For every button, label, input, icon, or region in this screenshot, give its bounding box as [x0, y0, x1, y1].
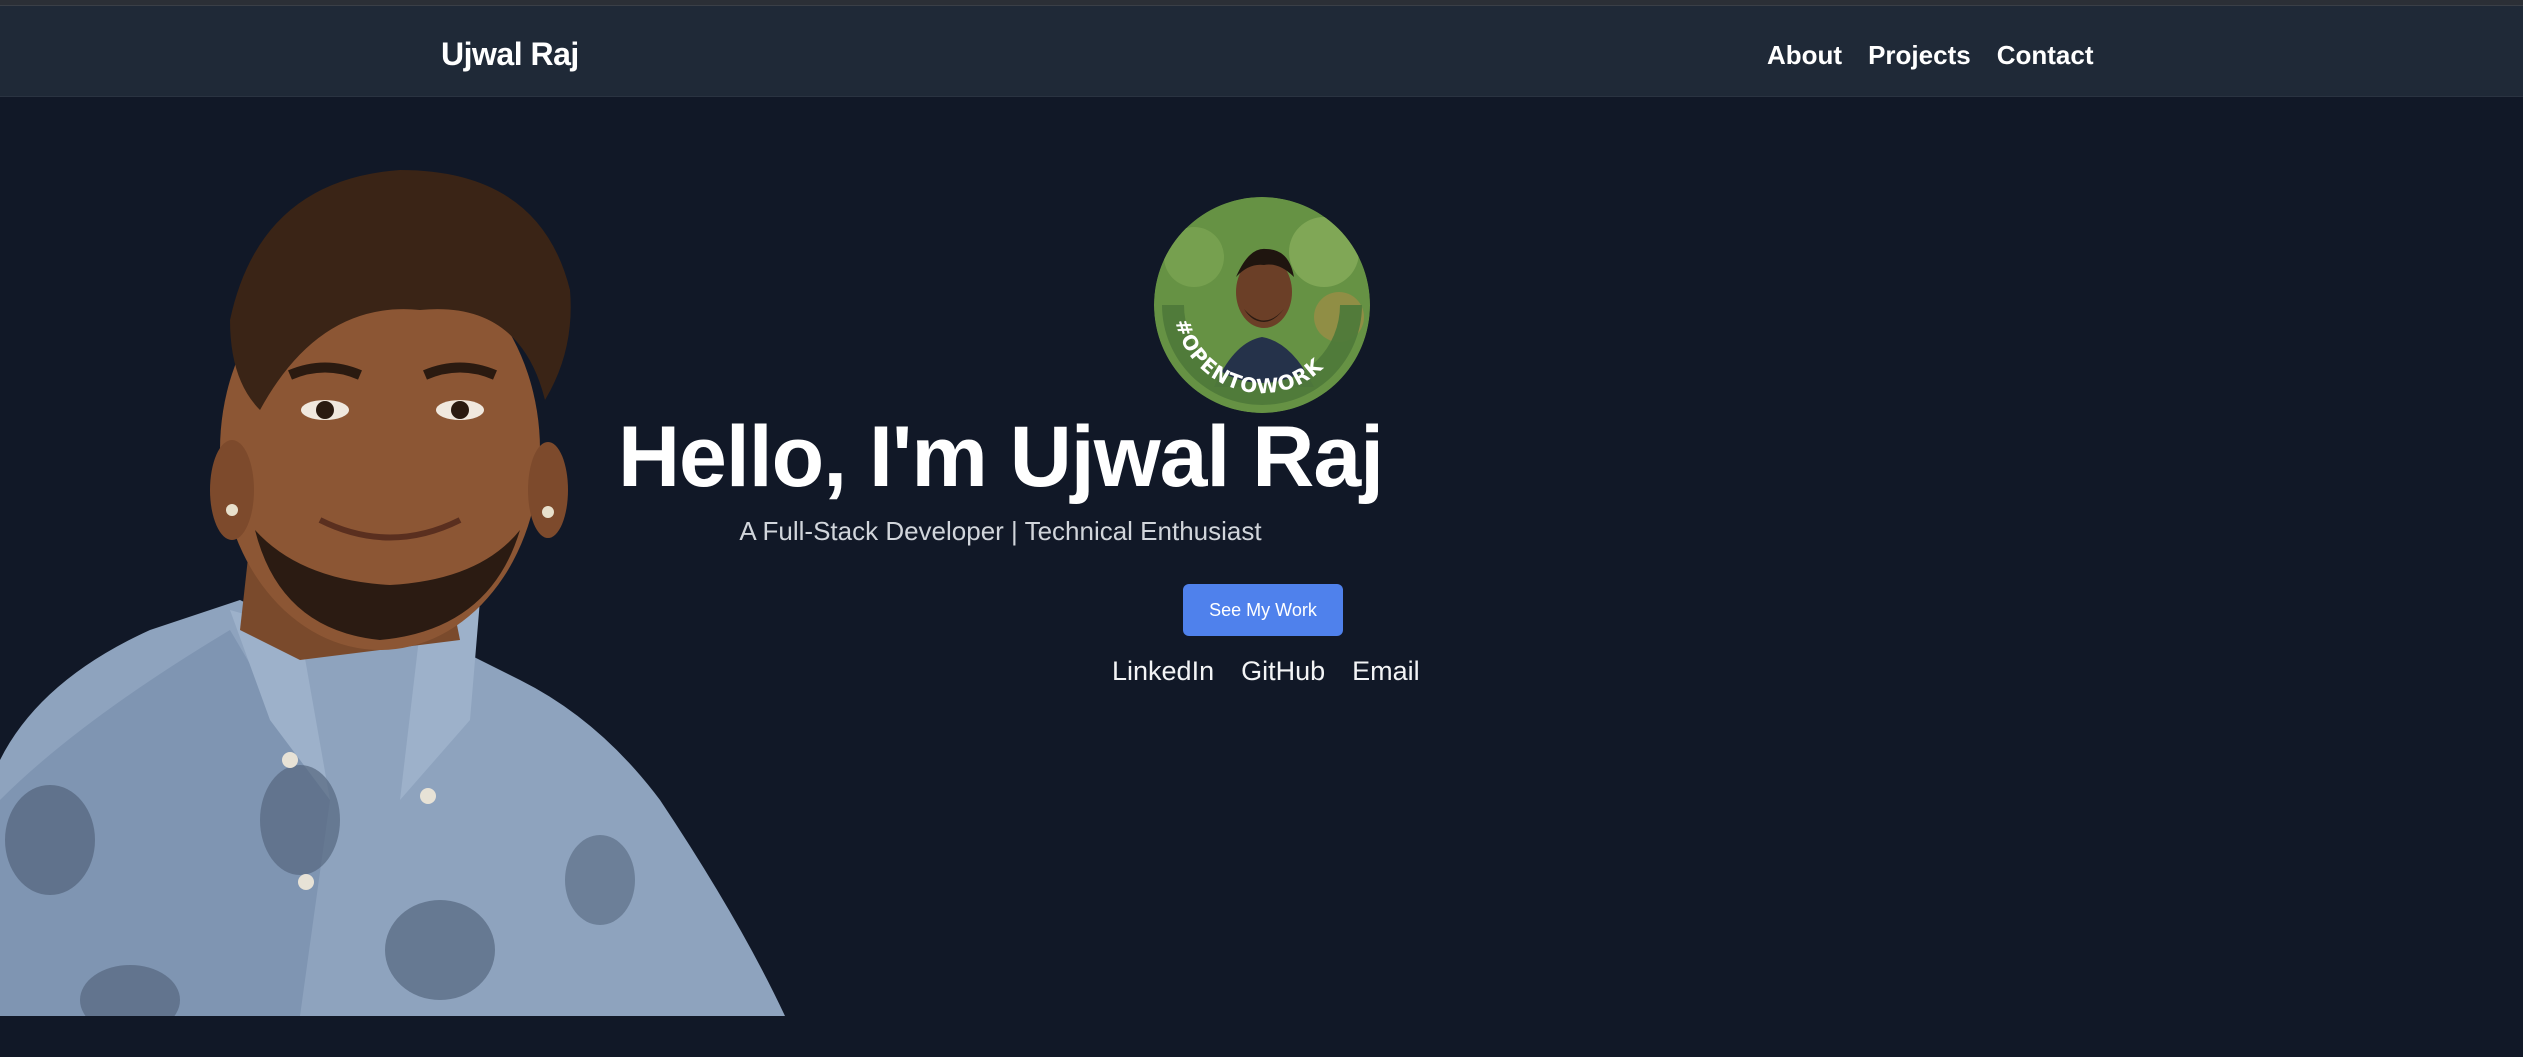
nav-link-projects[interactable]: Projects	[1868, 40, 1971, 71]
email-link[interactable]: Email	[1352, 656, 1420, 687]
hero-portrait-image	[0, 170, 785, 1016]
profile-avatar[interactable]: #OPENTOWORK	[1154, 197, 1370, 413]
hero-tagline-wrap: A Full-Stack Developer | Technical Enthu…	[0, 516, 2523, 547]
social-links: LinkedIn GitHub Email	[1112, 656, 1420, 687]
site-brand[interactable]: Ujwal Raj	[441, 36, 579, 73]
nav-links: About Projects Contact	[1767, 40, 2093, 71]
linkedin-link[interactable]: LinkedIn	[1112, 656, 1214, 687]
hero-tagline: A Full-Stack Developer | Technical Enthu…	[739, 516, 1262, 546]
hero-heading-wrap: Hello, I'm Ujwal Raj	[0, 408, 2523, 507]
see-my-work-button[interactable]: See My Work	[1183, 584, 1343, 636]
nav-link-contact[interactable]: Contact	[1997, 40, 2094, 71]
hero-heading: Hello, I'm Ujwal Raj	[617, 409, 1384, 505]
navbar: Ujwal Raj About Projects Contact	[0, 6, 2523, 97]
github-link[interactable]: GitHub	[1241, 656, 1325, 687]
nav-link-about[interactable]: About	[1767, 40, 1842, 71]
